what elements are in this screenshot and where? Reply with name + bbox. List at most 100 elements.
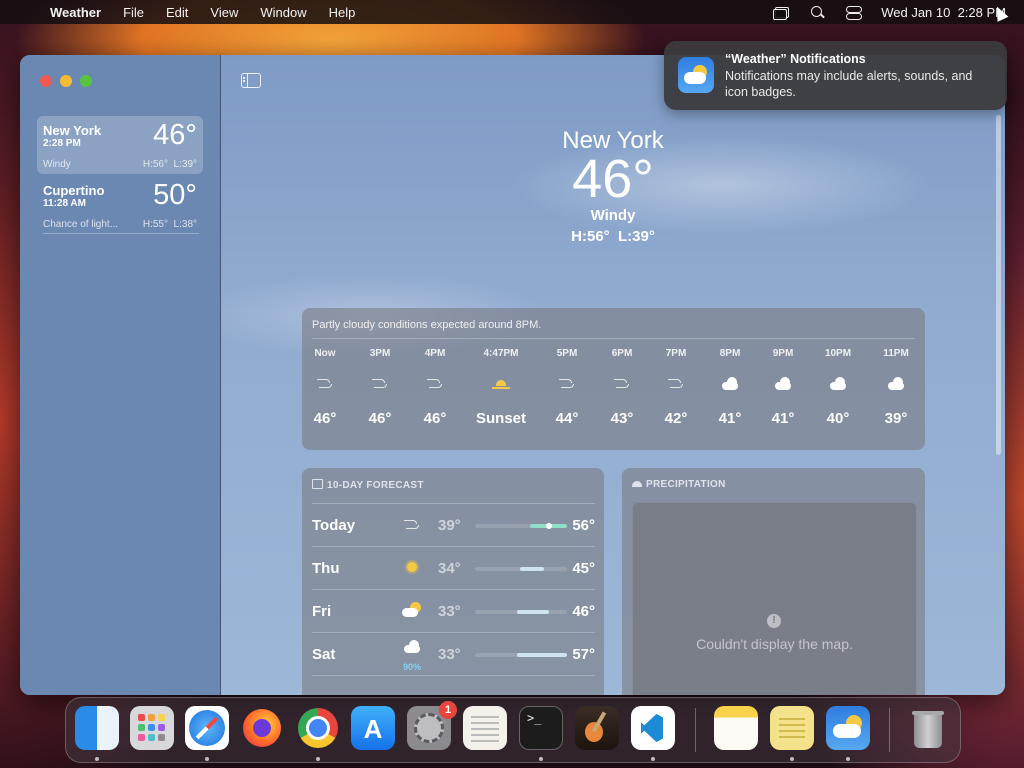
garageband-icon[interactable]	[575, 706, 619, 750]
calendar-icon	[312, 479, 323, 489]
hourly-time: 4PM	[424, 348, 446, 359]
menu-file[interactable]: File	[123, 5, 144, 20]
menu-help[interactable]: Help	[329, 5, 356, 20]
hourly-value: 42°	[664, 410, 688, 427]
menu-clock[interactable]: Wed Jan 10 2:28 PM	[881, 5, 1006, 20]
day-name: Today	[312, 517, 356, 534]
temp-range-track	[475, 567, 567, 571]
day-row-today[interactable]: Today 39° 56°	[312, 503, 595, 547]
hourly-item: 7PM 42°	[651, 348, 701, 427]
hourly-item: 9PM 41°	[758, 348, 808, 427]
hourly-time: 3PM	[369, 348, 391, 359]
scrollbar[interactable]	[996, 115, 1001, 455]
trash-icon[interactable]	[906, 706, 950, 750]
menu-view[interactable]: View	[210, 5, 238, 20]
chrome-icon[interactable]	[296, 706, 340, 750]
hourly-forecast-card: Partly cloudy conditions expected around…	[302, 308, 925, 450]
hourly-value: 46°	[313, 410, 337, 427]
running-indicator	[95, 757, 99, 761]
info-icon: !	[767, 614, 781, 628]
dock-separator	[889, 708, 890, 752]
menu-app-name[interactable]: Weather	[50, 5, 101, 20]
wind-icon	[542, 376, 592, 410]
menu-edit[interactable]: Edit	[166, 5, 188, 20]
screen-mirroring-icon[interactable]	[773, 5, 791, 20]
hourly-item: 11PM 39°	[871, 348, 921, 427]
zoom-button[interactable]	[80, 75, 92, 87]
safari-icon[interactable]	[185, 706, 229, 750]
hourly-item: 8PM 41°	[705, 348, 755, 427]
weather-icon[interactable]	[826, 706, 870, 750]
day-name: Thu	[312, 560, 340, 577]
hourly-value: 40°	[826, 410, 850, 427]
day-row-sat[interactable]: Sat 90% 33° 57°	[312, 632, 595, 676]
day-row-next[interactable]	[312, 675, 595, 695]
control-center-icon[interactable]	[845, 5, 863, 20]
wind-icon	[597, 376, 647, 410]
hourly-time: Now	[314, 348, 336, 359]
day-name: Fri	[312, 603, 332, 620]
app-store-icon[interactable]	[351, 706, 395, 750]
hourly-time: 4:47PM	[483, 348, 519, 359]
hourly-item: 4:47PM Sunset	[476, 348, 526, 427]
dock-separator	[695, 708, 696, 752]
wind-icon	[651, 376, 701, 410]
stickies-icon[interactable]	[770, 706, 814, 750]
cloud-moon-icon	[871, 376, 921, 410]
location-item-new-york[interactable]: New York 2:28 PM 46° Windy H:56° L:39°	[37, 116, 203, 174]
wind-icon	[355, 376, 405, 410]
hero-temp: 46°	[572, 149, 654, 209]
hourly-item: 5PM 44°	[542, 348, 592, 427]
weather-main: New York 46° Windy H:56° L:39° Partly cl…	[221, 55, 1005, 695]
terminal-icon[interactable]	[519, 706, 563, 750]
hero-condition: Windy	[590, 207, 636, 224]
location-time: 2:28 PM	[43, 138, 81, 149]
location-condition: Windy	[43, 159, 71, 170]
location-time: 11:28 AM	[43, 198, 86, 209]
hero-hilo: H:56° L:39°	[571, 228, 655, 245]
launchpad-icon[interactable]	[130, 706, 174, 750]
wind-icon	[410, 376, 460, 410]
menu-window[interactable]: Window	[260, 5, 306, 20]
running-indicator	[205, 757, 209, 761]
precipitation-card: PRECIPITATION ! Couldn't display the map…	[622, 468, 925, 695]
day-low: 34°	[438, 560, 461, 577]
system-settings-icon[interactable]: 1	[407, 701, 457, 750]
spotlight-search-icon[interactable]	[809, 5, 827, 19]
day-high: 45°	[572, 560, 595, 577]
day-low: 39°	[438, 517, 461, 534]
finder-icon[interactable]	[75, 706, 119, 750]
running-indicator	[651, 757, 655, 761]
day-row-fri[interactable]: Fri 33° 46°	[312, 589, 595, 633]
ten-day-title: 10-DAY FORECAST	[327, 480, 424, 491]
notification-badge: 1	[439, 701, 457, 719]
temp-range-track	[475, 523, 567, 529]
hourly-item: 10PM 40°	[813, 348, 863, 427]
firefox-icon[interactable]	[240, 706, 284, 750]
notes-icon[interactable]	[714, 706, 758, 750]
day-row-thu[interactable]: Thu 34° 45°	[312, 546, 595, 590]
location-hilo: H:56° L:39°	[142, 159, 197, 170]
sidebar-toggle-icon[interactable]	[241, 73, 261, 88]
precipitation-map[interactable]: ! Couldn't display the map.	[632, 502, 917, 695]
textedit-icon[interactable]	[463, 706, 507, 750]
minimize-button[interactable]	[60, 75, 72, 87]
hourly-time: 9PM	[772, 348, 794, 359]
close-button[interactable]	[40, 75, 52, 87]
menu-bar: Weather File Edit View Window Help Wed J…	[0, 0, 1024, 24]
hourly-value: 41°	[718, 410, 742, 427]
hourly-value: 39°	[884, 410, 908, 427]
running-indicator	[539, 757, 543, 761]
vscode-icon[interactable]	[631, 706, 675, 750]
notification-banner[interactable]: “Weather” Notifications Notifications ma…	[664, 41, 1007, 110]
location-temp: 50°	[153, 179, 197, 211]
hourly-item: 3PM 46°	[355, 348, 405, 427]
location-item-cupertino[interactable]: Cupertino 11:28 AM 50° Chance of light..…	[37, 176, 203, 234]
temp-range-track	[475, 653, 567, 657]
day-high: 46°	[572, 603, 595, 620]
hourly-time: 6PM	[611, 348, 633, 359]
hourly-item: 6PM 43°	[597, 348, 647, 427]
precip-chance: 90%	[402, 662, 421, 672]
umbrella-icon	[632, 481, 642, 487]
running-indicator	[846, 757, 850, 761]
